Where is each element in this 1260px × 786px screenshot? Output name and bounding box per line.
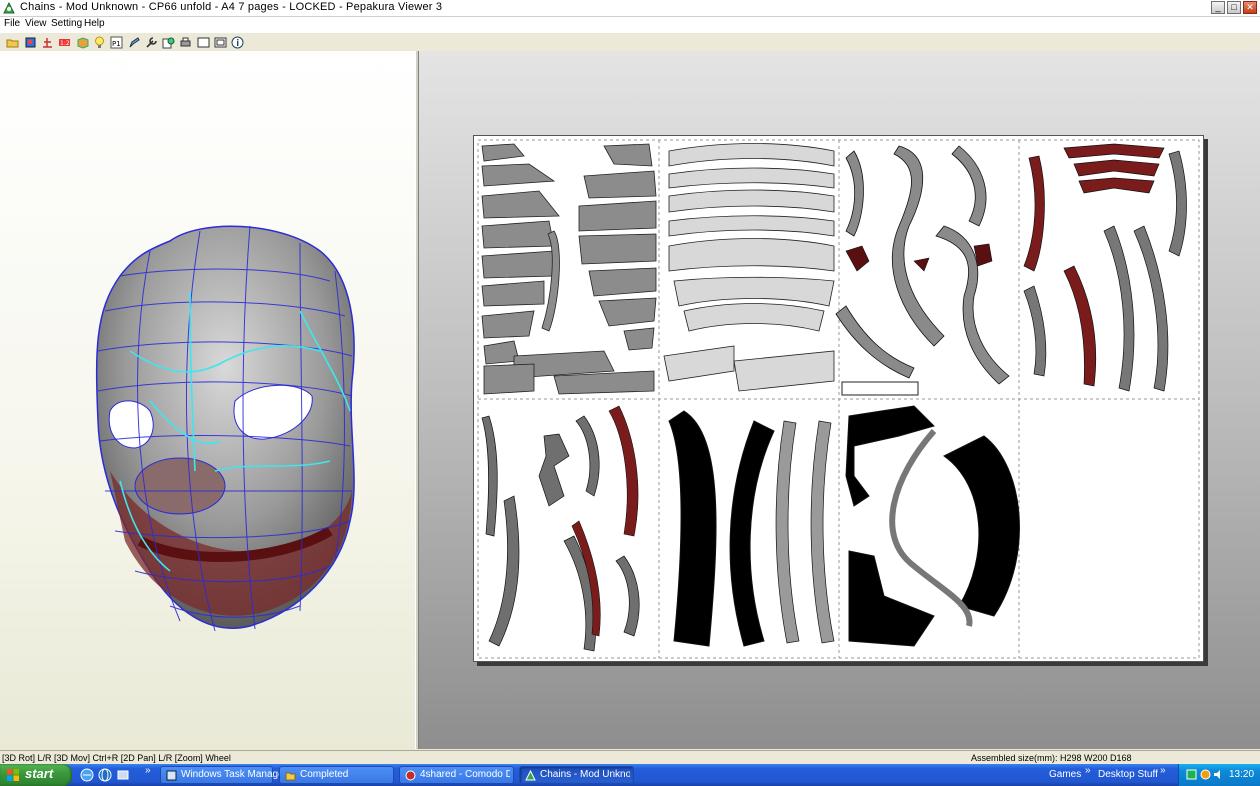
system-tray: 13:20 [1178, 764, 1260, 786]
volume-icon[interactable] [1213, 769, 1224, 780]
svg-text:1:2: 1:2 [60, 40, 70, 47]
windows-flag-icon [7, 769, 19, 781]
mask-3d-model[interactable] [0, 51, 415, 749]
status-bar: [3D Rot] L/R [3D Mov] Ctrl+R [2D Pan] L/… [0, 750, 1260, 765]
edit-icon[interactable] [128, 36, 141, 49]
folder-icon [285, 772, 296, 781]
quicklaunch-globe-icon[interactable] [98, 768, 112, 782]
unfold-icon[interactable] [41, 36, 54, 49]
pattern-sheet[interactable] [473, 135, 1204, 662]
open-icon[interactable] [6, 36, 19, 49]
start-button[interactable]: start [0, 764, 72, 786]
layout2-icon[interactable] [214, 36, 227, 49]
light-icon[interactable] [93, 36, 106, 49]
scale-icon[interactable]: 1:2 [58, 36, 71, 49]
menu-view[interactable]: View [25, 18, 47, 29]
clock: 13:20 [1229, 769, 1255, 780]
menu-help[interactable]: Help [84, 18, 105, 29]
games-more[interactable]: » [1085, 765, 1091, 776]
menu-file[interactable]: File [4, 18, 20, 29]
task-label: Completed [300, 769, 349, 780]
close-button[interactable]: ✕ [1243, 1, 1257, 14]
svg-text:P1: P1 [112, 40, 121, 48]
toolbar-games-link[interactable]: Games [1049, 769, 1081, 780]
info-icon[interactable] [231, 36, 244, 49]
pepakura-app-icon [3, 2, 15, 14]
comodo-dragon-icon [405, 770, 416, 781]
quicklaunch-desktop-icon[interactable] [116, 768, 130, 782]
menu-setting[interactable]: Setting [51, 18, 82, 29]
task-pepakura-viewer[interactable]: Chains - Mod Unknow... [519, 766, 634, 784]
toolbar: 1:2 P1 [0, 32, 1260, 53]
task-label: 4shared - Comodo Dr... [420, 769, 510, 780]
task-comodo-browser[interactable]: 4shared - Comodo Dr... [399, 766, 514, 784]
task-windows-task-manager[interactable]: Windows Task Manager [160, 766, 287, 784]
page-number-icon[interactable]: P1 [110, 36, 123, 49]
quicklaunch-browser-icon[interactable] [80, 768, 94, 782]
settings-icon[interactable] [145, 36, 158, 49]
taskbar: start » Windows Task Manager Completed 4… [0, 764, 1260, 786]
print-preview-icon[interactable] [162, 36, 175, 49]
minimize-button[interactable]: _ [1211, 1, 1225, 14]
quicklaunch-more[interactable]: » [145, 765, 151, 776]
desktop-stuff-more[interactable]: » [1160, 765, 1166, 776]
status-hint: [3D Rot] L/R [3D Mov] Ctrl+R [2D Pan] L/… [2, 753, 231, 763]
task-completed-folder[interactable]: Completed [279, 766, 394, 784]
3d-view-icon[interactable] [24, 36, 37, 49]
network-icon[interactable] [1186, 769, 1197, 780]
antivirus-icon[interactable] [1200, 769, 1211, 780]
print-icon[interactable] [179, 36, 192, 49]
task-label: Windows Task Manager [181, 769, 287, 780]
task-label: Chains - Mod Unknow... [540, 769, 630, 780]
texture-icon[interactable] [76, 36, 89, 49]
toolbar-desktop-stuff-link[interactable]: Desktop Stuff [1098, 769, 1158, 780]
title-bar: Chains - Mod Unknown - CP66 unfold - A4 … [0, 0, 1260, 17]
window-title: Chains - Mod Unknown - CP66 unfold - A4 … [20, 1, 443, 13]
start-label: start [25, 766, 54, 781]
maximize-button[interactable]: □ [1227, 1, 1241, 14]
layout-icon[interactable] [197, 36, 210, 49]
task-manager-icon [166, 770, 177, 781]
menu-bar: File View Setting Help [0, 17, 1260, 32]
3d-view-pane[interactable] [0, 51, 416, 749]
pepakura-app-icon [525, 770, 536, 781]
assembled-size: Assembled size(mm): H298 W200 D168 [971, 753, 1132, 763]
unfolded-parts[interactable] [474, 136, 1203, 661]
